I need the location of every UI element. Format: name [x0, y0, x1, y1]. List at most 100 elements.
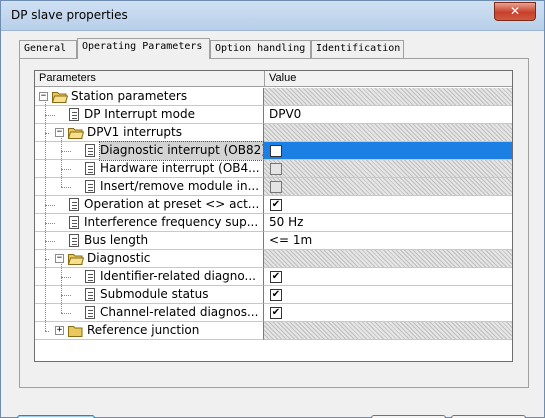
- parameter-name-cell[interactable]: Diagnostic interrupt (OB82): [35, 141, 264, 161]
- document-icon: [85, 180, 95, 193]
- parameter-value-cell[interactable]: DPV0: [264, 106, 512, 124]
- parameter-name-cell[interactable]: Identifier-related diagno...: [35, 268, 264, 286]
- document-icon: [69, 234, 79, 247]
- checkmark-icon: ✔: [271, 199, 281, 210]
- parameter-name-cell[interactable]: Operation at preset <> act...: [35, 196, 264, 214]
- parameter-name-cell[interactable]: Bus length: [35, 232, 264, 250]
- tab-identification[interactable]: Identification: [311, 40, 404, 58]
- parameter-label: Submodule status: [100, 287, 209, 301]
- tree-connector: [45, 115, 55, 116]
- parameter-name-cell[interactable]: Insert/remove module in...: [35, 178, 264, 196]
- checkmark-icon: ✔: [271, 289, 281, 300]
- tree-connector: [61, 187, 71, 188]
- parameter-checkbox[interactable]: ✔: [270, 289, 282, 301]
- parameter-value-cell[interactable]: [264, 88, 512, 106]
- parameter-name-cell[interactable]: − Diagnostic: [35, 250, 264, 268]
- parameter-value-cell[interactable]: [264, 124, 512, 142]
- collapse-icon[interactable]: −: [55, 254, 64, 263]
- table-row[interactable]: Insert/remove module in...: [35, 178, 512, 196]
- document-icon: [85, 270, 95, 283]
- expand-icon[interactable]: +: [55, 326, 64, 335]
- table-row[interactable]: − Station parameters: [35, 88, 512, 106]
- tree-connector: [61, 169, 71, 170]
- table-row[interactable]: Identifier-related diagno... ✔: [35, 268, 512, 286]
- parameter-label: Identifier-related diagno...: [100, 269, 256, 283]
- parameter-value: DPV0: [269, 107, 302, 121]
- table-row[interactable]: − Diagnostic: [35, 250, 512, 268]
- parameter-name-cell[interactable]: − DPV1 interrupts: [35, 124, 264, 142]
- table-row[interactable]: − DPV1 interrupts: [35, 124, 512, 142]
- parameter-name-cell[interactable]: Submodule status: [35, 286, 264, 304]
- parameter-label: Operation at preset <> act...: [84, 197, 260, 211]
- tree-connector: [45, 241, 55, 242]
- table-row[interactable]: Hardware interrupt (OB4...: [35, 160, 512, 178]
- dp-slave-properties-dialog: DP slave properties ✕ General Operating …: [0, 0, 545, 418]
- parameter-name-cell[interactable]: − Station parameters: [35, 88, 264, 106]
- tree-connector: [61, 313, 71, 314]
- parameter-label: Diagnostic: [87, 251, 151, 265]
- parameter-value: 50 Hz: [269, 215, 304, 229]
- parameter-name-cell[interactable]: Interference frequency sup...: [35, 214, 264, 232]
- tree-guide: [61, 264, 62, 313]
- title-bar[interactable]: DP slave properties ✕: [1, 1, 544, 31]
- parameter-name-cell[interactable]: Channel-related diagnos...: [35, 304, 264, 322]
- document-icon: [85, 144, 95, 157]
- parameter-name-cell[interactable]: + Reference junction: [35, 322, 264, 340]
- table-row[interactable]: Operation at preset <> act... ✔: [35, 196, 512, 214]
- operating-parameters-panel: Parameters Value − Station parameters DP I…: [19, 58, 529, 388]
- parameter-checkbox[interactable]: ✔: [270, 199, 282, 211]
- window-title: DP slave properties: [11, 8, 128, 22]
- document-icon: [69, 198, 79, 211]
- parameter-checkbox[interactable]: ✔: [270, 271, 282, 283]
- parameter-value-cell[interactable]: [264, 178, 512, 196]
- document-icon: [85, 162, 95, 175]
- tree-guide: [45, 102, 46, 331]
- folder-open-icon: [51, 91, 69, 103]
- parameter-label: Reference junction: [87, 323, 200, 337]
- tree-connector: [61, 295, 71, 296]
- tab-general[interactable]: General: [19, 40, 77, 58]
- table-row[interactable]: Bus length <= 1m: [35, 232, 512, 250]
- parameter-value-cell[interactable]: [264, 322, 512, 340]
- parameter-name-cell[interactable]: DP Interrupt mode: [35, 106, 264, 124]
- parameter-label: Diagnostic interrupt (OB82): [99, 141, 264, 161]
- collapse-icon[interactable]: −: [39, 92, 48, 101]
- parameter-label: Channel-related diagnos...: [100, 305, 259, 319]
- parameter-label: Bus length: [84, 233, 149, 247]
- parameter-value-cell[interactable]: [264, 250, 512, 268]
- tab-operating-parameters[interactable]: Operating Parameters: [77, 38, 210, 59]
- parameter-checkbox[interactable]: [270, 145, 282, 157]
- parameter-value-cell[interactable]: ✔: [264, 304, 512, 322]
- document-icon: [85, 306, 95, 319]
- parameter-value-cell[interactable]: ✔: [264, 268, 512, 286]
- grid-header: Parameters Value: [35, 71, 512, 87]
- table-row[interactable]: Submodule status ✔: [35, 286, 512, 304]
- tab-option-handling[interactable]: Option handling: [210, 40, 311, 58]
- tree-guide: [61, 138, 62, 187]
- table-row[interactable]: + Reference junction: [35, 322, 512, 340]
- table-row[interactable]: Channel-related diagnos... ✔: [35, 304, 512, 322]
- column-header-parameters[interactable]: Parameters: [35, 71, 265, 87]
- collapse-icon[interactable]: −: [55, 128, 64, 137]
- column-header-value[interactable]: Value: [265, 71, 512, 87]
- parameter-name-cell[interactable]: Hardware interrupt (OB4...: [35, 160, 264, 178]
- parameter-label: DP Interrupt mode: [84, 107, 195, 121]
- table-row[interactable]: DP Interrupt mode DPV0: [35, 106, 512, 124]
- folder-closed-icon: [68, 325, 84, 337]
- parameters-grid: Parameters Value − Station parameters DP I…: [34, 70, 513, 362]
- parameter-value-cell[interactable]: [264, 160, 512, 178]
- parameter-value-cell[interactable]: <= 1m: [264, 232, 512, 250]
- parameter-value-cell[interactable]: 50 Hz: [264, 214, 512, 232]
- table-row[interactable]: Diagnostic interrupt (OB82): [35, 141, 512, 161]
- folder-open-icon: [67, 253, 85, 265]
- parameter-value-cell[interactable]: [264, 142, 512, 160]
- table-row[interactable]: Interference frequency sup... 50 Hz: [35, 214, 512, 232]
- folder-open-icon: [67, 127, 85, 139]
- parameter-label: DPV1 interrupts: [87, 125, 182, 139]
- document-icon: [69, 108, 79, 121]
- parameter-value-cell[interactable]: ✔: [264, 286, 512, 304]
- parameter-value-cell[interactable]: ✔: [264, 196, 512, 214]
- close-button[interactable]: ✕: [494, 2, 536, 21]
- checkmark-icon: ✔: [271, 307, 281, 318]
- parameter-checkbox[interactable]: ✔: [270, 307, 282, 319]
